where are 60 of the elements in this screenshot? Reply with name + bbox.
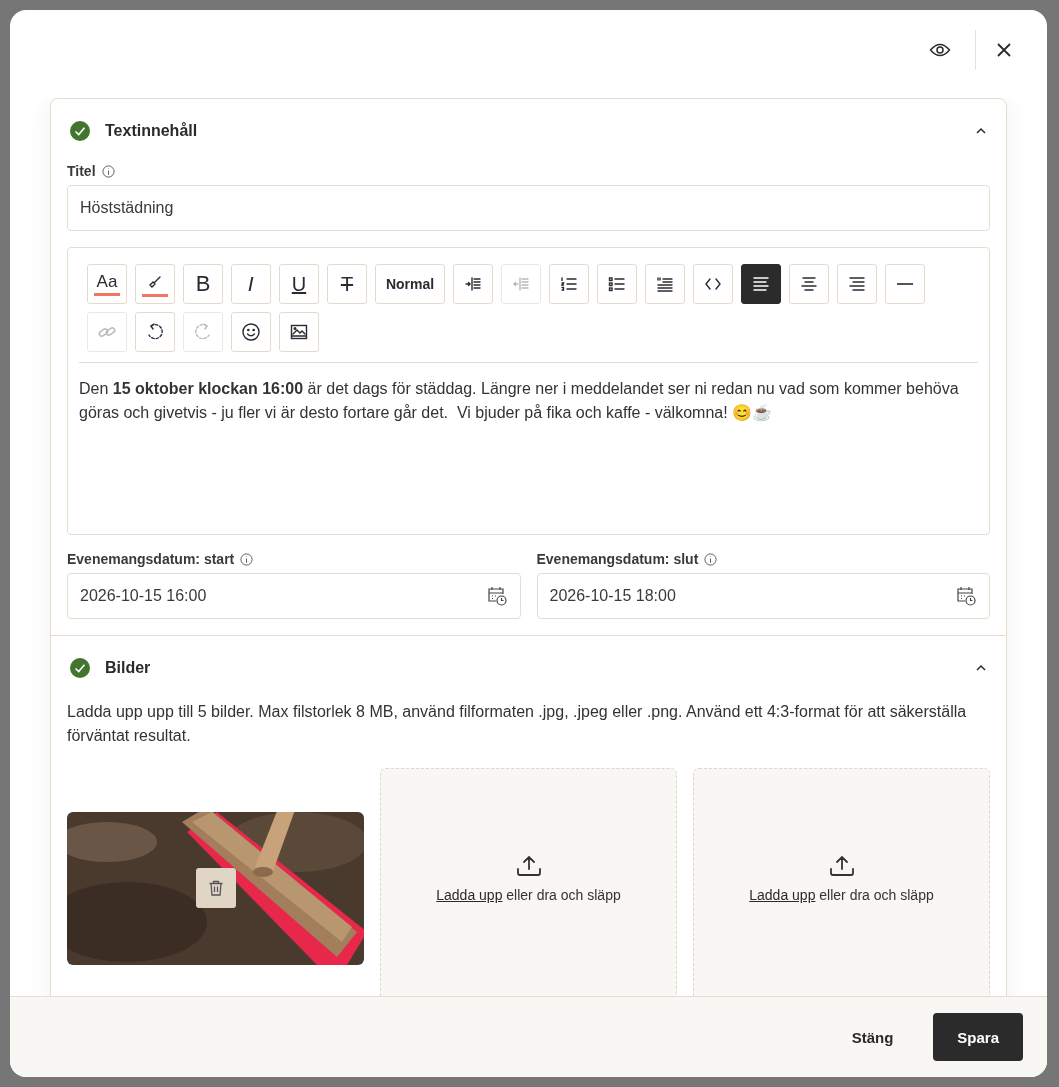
font-color-button[interactable]: Aa	[87, 264, 127, 304]
undo-icon	[145, 322, 165, 342]
quote-button[interactable]	[645, 264, 685, 304]
cancel-button[interactable]: Stäng	[827, 1013, 918, 1061]
info-icon	[101, 164, 115, 178]
eye-icon	[929, 42, 951, 58]
outdent-icon	[511, 274, 531, 294]
upload-instructions: Ladda upp upp till 5 bilder. Max filstorlek 8 MB, använd filformaten .jpg, .jpeg eller .png. Använd ett 4:3-format för att säkerställa förväntat resultat.	[67, 702, 968, 746]
date-field[interactable]: 2026-10-15 16:00	[67, 573, 521, 619]
calendar-clock-icon	[955, 585, 977, 607]
align-right-button[interactable]	[837, 264, 877, 304]
block-format-button[interactable]: Normal	[375, 264, 445, 304]
upload-icon	[515, 855, 542, 877]
underline-button[interactable]: U	[279, 264, 319, 304]
save-button[interactable]: Spara	[933, 1013, 1023, 1061]
undo-button[interactable]	[135, 312, 175, 352]
image-icon	[289, 322, 309, 342]
strike-button[interactable]: T	[327, 264, 367, 304]
indent-icon	[463, 274, 483, 294]
align-right-icon	[847, 274, 867, 294]
smiley-icon	[241, 322, 261, 342]
highlight-button[interactable]	[135, 264, 175, 304]
title-field[interactable]: Höststädning	[67, 185, 990, 231]
ordered-list-button[interactable]	[549, 264, 589, 304]
upload-link[interactable]: Ladda upp	[749, 887, 816, 903]
upload-icon	[828, 855, 855, 877]
upload-dropzone[interactable]: Ladda upp eller dra och släpp	[380, 768, 677, 996]
quote-icon	[655, 274, 675, 294]
field-label: Titel	[67, 163, 96, 179]
section-title: Bilder	[105, 659, 152, 677]
image-button[interactable]	[279, 312, 319, 352]
align-left-button[interactable]	[741, 264, 781, 304]
emoji-button[interactable]	[231, 312, 271, 352]
bullet-list-icon	[607, 274, 627, 294]
align-left-icon	[751, 274, 771, 294]
align-center-button[interactable]	[789, 264, 829, 304]
trash-icon	[207, 878, 225, 897]
date-field[interactable]: 2026-10-15 18:00	[536, 573, 990, 619]
upload-dropzone[interactable]: Ladda upp eller dra och släpp	[693, 768, 990, 996]
numbered-list-icon	[559, 274, 579, 294]
indent-button[interactable]	[453, 264, 493, 304]
section-title: Textinnehåll	[105, 122, 199, 140]
editor-text: Den 15 oktober klockan 16:00 är det dags för städdag. Längre ner i meddelandet ser ni redan nu vad som kommer behöva göras och givetvis - ju fler vi är desto fortare går det. Vi bjuder på fika och kaffe - välkomna! 😊☕	[78, 379, 960, 423]
horizontal-rule-icon	[897, 283, 913, 285]
bold-button[interactable]: B	[183, 264, 223, 304]
close-icon	[997, 43, 1011, 57]
delete-button[interactable]	[196, 867, 236, 908]
upload-hint: eller dra och släpp	[819, 887, 934, 903]
align-center-icon	[799, 274, 819, 294]
upload-link[interactable]: Ladda upp	[436, 887, 503, 903]
upload-hint: eller dra och släpp	[506, 887, 621, 903]
field-label: Evenemangsdatum: slut	[536, 551, 699, 567]
bullet-list-button[interactable]	[597, 264, 637, 304]
field-label: Evenemangsdatum: start	[67, 551, 235, 567]
text-editor[interactable]	[67, 247, 990, 535]
italic-button[interactable]: I	[231, 264, 271, 304]
code-button[interactable]	[693, 264, 733, 304]
info-icon	[240, 552, 254, 566]
calendar-clock-icon	[485, 585, 508, 607]
info-icon	[704, 552, 718, 566]
